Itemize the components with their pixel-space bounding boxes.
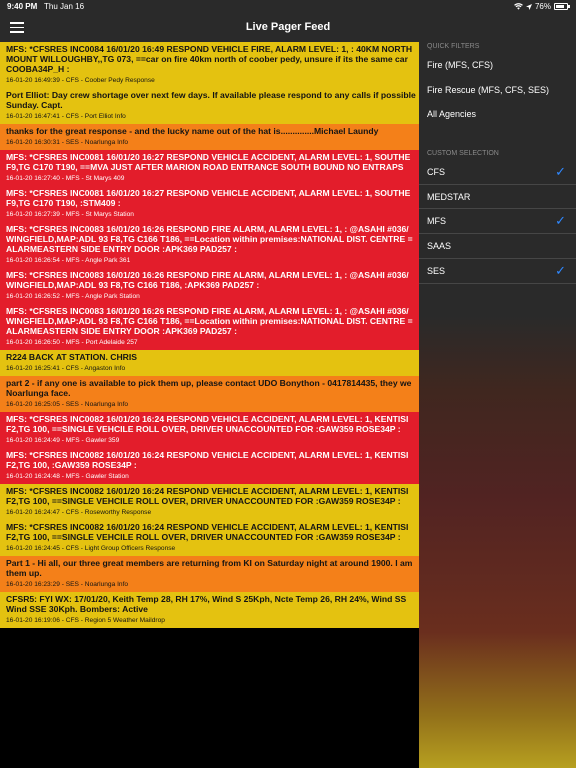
quick-filter-label: All Agencies — [427, 109, 477, 120]
quick-filter-label: Fire Rescue (MFS, CFS, SES) — [427, 84, 550, 95]
agency-filter-item[interactable]: MEDSTAR — [419, 185, 576, 210]
battery-icon — [554, 3, 570, 10]
agency-filter-label: MEDSTAR — [427, 191, 471, 202]
status-time: 9:40 PM — [7, 2, 38, 11]
quick-filter-item[interactable]: Fire (MFS, CFS) — [419, 53, 576, 78]
quick-filter-label: Fire (MFS, CFS) — [427, 60, 493, 70]
quick-filter-item[interactable]: All Agencies — [419, 102, 576, 127]
checkmark-icon: ✓ — [555, 262, 566, 278]
wifi-icon — [514, 3, 523, 10]
agency-filter-label: SAAS — [427, 241, 452, 252]
agency-filter-item[interactable]: SAAS — [419, 234, 576, 259]
agency-filter-label: MFS — [427, 216, 446, 227]
status-date: Thu Jan 16 — [44, 2, 85, 11]
battery-percent: 76% — [534, 2, 551, 11]
location-icon — [525, 3, 532, 10]
custom-selection-header: CUSTOM SELECTION — [427, 150, 499, 158]
quick-filters-header: QUICK FILTERS — [427, 43, 480, 50]
checkmark-icon: ✓ — [555, 164, 566, 180]
status-right: 76% — [514, 2, 570, 11]
agency-filter-item[interactable]: SES ✓ — [419, 259, 576, 284]
filter-drawer: QUICK FILTERS Fire (MFS, CFS) Fire Rescue… — [419, 14, 576, 768]
agency-filter-label: SES — [427, 265, 446, 276]
checkmark-icon: ✓ — [555, 213, 566, 229]
agency-filter-item[interactable]: MFS ✓ — [419, 209, 576, 235]
agency-filter-item[interactable]: CFS ✓ — [419, 160, 576, 185]
status-bar: 9:40 PM Thu Jan 16 76% — [0, 0, 576, 14]
agency-filter-label: CFS — [427, 167, 445, 178]
quick-filter-item[interactable]: Fire Rescue (MFS, CFS, SES) — [419, 78, 576, 103]
